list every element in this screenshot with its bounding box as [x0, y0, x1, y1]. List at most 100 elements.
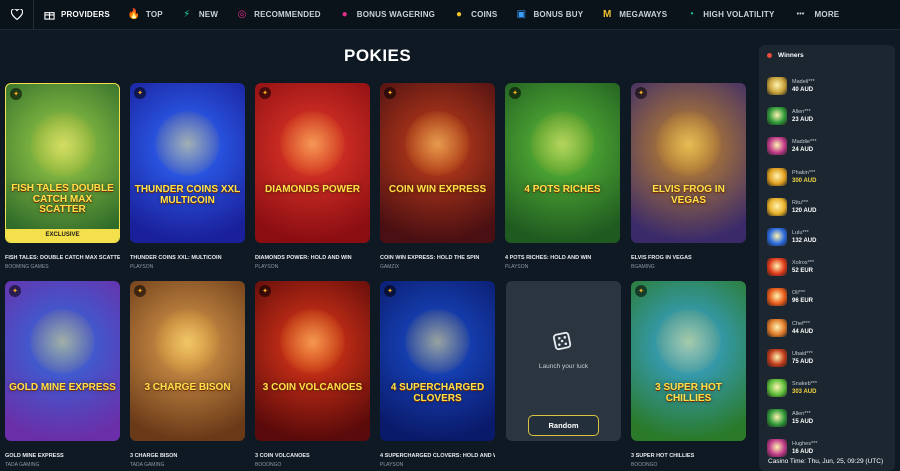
winner-row[interactable]: Allen*** 15 AUD [767, 409, 813, 428]
winner-game-thumbnail[interactable] [767, 77, 787, 95]
dots-icon: ••• [796, 11, 805, 18]
game-art [280, 111, 345, 176]
winner-row[interactable]: Lulu*** 132 AUD [767, 228, 816, 246]
game-title[interactable]: 3 CHARGE BISON [130, 453, 245, 459]
game-art-title: 3 COIN VOLCANOES [262, 382, 363, 393]
game-card[interactable]: ELVIS FROG IN VEGAS ✦ ELVIS FROG IN VEGAS B… [631, 83, 746, 270]
game-title[interactable]: 3 SUPER HOT CHILLIES [631, 453, 746, 459]
winner-game-thumbnail[interactable] [767, 318, 787, 337]
game-thumbnail[interactable]: 3 SUPER HOT CHILLIES ✦ [631, 281, 746, 441]
game-thumbnail[interactable]: 3 CHARGE BISON ✦ [130, 281, 245, 441]
game-thumbnail[interactable]: COIN WIN EXPRESS ✦ [380, 83, 495, 243]
winner-game-thumbnail[interactable] [767, 197, 787, 216]
game-thumbnail[interactable]: 4 SUPERCHARGED CLOVERS ✦ [380, 281, 495, 441]
winner-game-thumbnail[interactable] [767, 379, 787, 397]
game-title[interactable]: FISH TALES: DOUBLE CATCH MAX SCATTER [5, 255, 120, 261]
winner-game-thumbnail[interactable] [767, 288, 787, 307]
game-title[interactable]: GOLD MINE EXPRESS [5, 453, 120, 459]
winner-amount: 96 EUR [792, 298, 814, 305]
game-art-title: 3 CHARGE BISON [144, 382, 231, 393]
winner-game-thumbnail[interactable] [767, 409, 787, 428]
feature-badge-icon: ✦ [635, 285, 647, 297]
nav-item-recommended[interactable]: ◎ RECOMMENDED [227, 0, 330, 30]
game-card[interactable]: 4 SUPERCHARGED CLOVERS ✦ 4 SUPERCHARGED CL… [380, 281, 495, 468]
game-thumbnail[interactable]: DIAMONDS POWER ✦ [255, 83, 370, 243]
winner-amount: 52 EUR [792, 268, 814, 275]
game-thumbnail[interactable]: FISH TALES DOUBLE CATCH MAX SCATTER ✦ EXCL… [5, 83, 120, 243]
game-thumbnail[interactable]: 4 POTS RICHES ✦ [505, 83, 620, 243]
game-card[interactable]: FISH TALES DOUBLE CATCH MAX SCATTER ✦ EXCL… [5, 83, 120, 270]
game-card[interactable]: COIN WIN EXPRESS ✦ COIN WIN EXPRESS: HOLD … [380, 83, 495, 270]
feature-badge-icon: ✦ [10, 88, 22, 100]
winner-row[interactable]: Maddie*** 24 AUD [767, 137, 816, 156]
nav-item-megaways[interactable]: M MEGAWAYS [592, 0, 676, 30]
game-title[interactable]: DIAMONDS POWER: HOLD AND WIN [255, 255, 370, 261]
winner-row[interactable]: Phakin*** 300 AUD [767, 167, 816, 186]
live-dot-icon [767, 52, 772, 58]
winner-game-thumbnail[interactable] [767, 258, 787, 277]
winner-row[interactable]: Ritu*** 120 AUD [767, 197, 817, 216]
nav-item-bonus-wagering[interactable]: ● BONUS WAGERING [330, 0, 444, 30]
winner-row[interactable]: Allen*** 23 AUD [767, 107, 813, 126]
game-card[interactable]: 3 CHARGE BISON ✦ 3 CHARGE BISON TADA GAMING [130, 281, 245, 468]
winner-amount: 24 AUD [792, 147, 814, 154]
feature-badge-icon: ✦ [384, 285, 396, 297]
winner-game-thumbnail[interactable] [767, 107, 787, 126]
game-card[interactable]: THUNDER COINS XXL MULTICOIN ✦ THUNDER COIN… [130, 83, 245, 270]
game-title[interactable]: 4 SUPERCHARGED CLOVERS: HOLD AND W... [380, 453, 495, 459]
nav-item-providers[interactable]: PROVIDERS [34, 0, 119, 30]
feature-badge-icon: ✦ [635, 87, 647, 99]
game-title[interactable]: 3 COIN VOLCANOES [255, 453, 370, 459]
nav-item-new[interactable]: ⚡ NEW [172, 0, 227, 30]
winner-name: Ubaid*** [792, 350, 813, 357]
random-game-card[interactable]: Launch your luck Random [506, 281, 621, 441]
game-card[interactable]: GOLD MINE EXPRESS ✦ GOLD MINE EXPRESS TADA … [5, 281, 120, 468]
game-title[interactable]: THUNDER COINS XXL: MULTICOIN [130, 255, 245, 261]
game-thumbnail[interactable]: THUNDER COINS XXL MULTICOIN ✦ [130, 83, 245, 243]
winner-row[interactable]: Xolrox*** 52 EUR [767, 258, 814, 277]
winner-amount: 120 AUD [792, 207, 817, 214]
game-card[interactable]: 4 POTS RICHES ✦ 4 POTS RICHES: HOLD AND WI… [505, 83, 620, 270]
game-title[interactable]: COIN WIN EXPRESS: HOLD THE SPIN [380, 255, 495, 261]
favorites-button[interactable] [0, 0, 34, 30]
game-provider: BOOMING GAMES [5, 264, 49, 270]
winner-game-thumbnail[interactable] [767, 137, 787, 156]
nav-item-top[interactable]: 🔥 TOP [119, 0, 172, 30]
feature-badge-icon: ✦ [509, 87, 521, 99]
game-thumbnail[interactable]: GOLD MINE EXPRESS ✦ [5, 281, 120, 441]
nav-item-label: RECOMMENDED [254, 10, 321, 19]
game-title[interactable]: 4 POTS RICHES: HOLD AND WIN [505, 255, 620, 261]
random-button[interactable]: Random [528, 415, 599, 436]
winner-name: Lulu*** [792, 230, 809, 236]
nav-item-bonus-buy[interactable]: ▣ BONUS BUY [506, 0, 592, 30]
nav-item-more[interactable]: ••• MORE [784, 0, 849, 30]
winner-row[interactable]: Hughes*** 16 AUD [767, 439, 817, 458]
winner-row[interactable]: Madeli*** 40 AUD [767, 77, 815, 95]
page-title: POKIES [344, 46, 412, 65]
game-card[interactable]: 3 COIN VOLCANOES ✦ 3 COIN VOLCANOES BOOONGO [255, 281, 370, 468]
game-art [155, 111, 220, 176]
game-title[interactable]: ELVIS FROG IN VEGAS [631, 255, 746, 261]
coins-stack-icon: ● [341, 9, 348, 20]
winner-game-thumbnail[interactable] [767, 348, 787, 367]
winner-game-thumbnail[interactable] [767, 167, 787, 186]
nav-item-coins[interactable]: ● COINS [444, 0, 506, 30]
game-card[interactable]: DIAMONDS POWER ✦ DIAMONDS POWER: HOLD AND … [255, 83, 370, 270]
winner-row[interactable]: Ubaid*** 75 AUD [767, 348, 813, 367]
feature-badge-icon: ✦ [384, 87, 396, 99]
winner-row[interactable]: Chef*** 44 AUD [767, 318, 813, 337]
winner-row[interactable]: Oli*** 96 EUR [767, 288, 814, 307]
game-art-title: 4 POTS RICHES [524, 184, 601, 195]
game-thumbnail[interactable]: ELVIS FROG IN VEGAS ✦ [631, 83, 746, 243]
winner-name: Chef*** [792, 320, 811, 327]
winner-game-thumbnail[interactable] [767, 228, 787, 246]
game-thumbnail[interactable]: 3 COIN VOLCANOES ✦ [255, 281, 370, 441]
nav-item-high-volatility[interactable]: ◔ HIGH VOLATILITY [676, 0, 783, 30]
winner-amount: 303 AUD [792, 389, 817, 395]
game-provider: TADA GAMING [130, 462, 165, 468]
winner-row[interactable]: Snakeb*** 303 AUD [767, 379, 817, 397]
winner-game-thumbnail[interactable] [767, 439, 787, 458]
winner-name: Allen*** [792, 109, 811, 116]
game-card[interactable]: 3 SUPER HOT CHILLIES ✦ 3 SUPER HOT CHILLIE… [631, 281, 746, 468]
game-art-title: 3 SUPER HOT CHILLIES [655, 382, 722, 404]
